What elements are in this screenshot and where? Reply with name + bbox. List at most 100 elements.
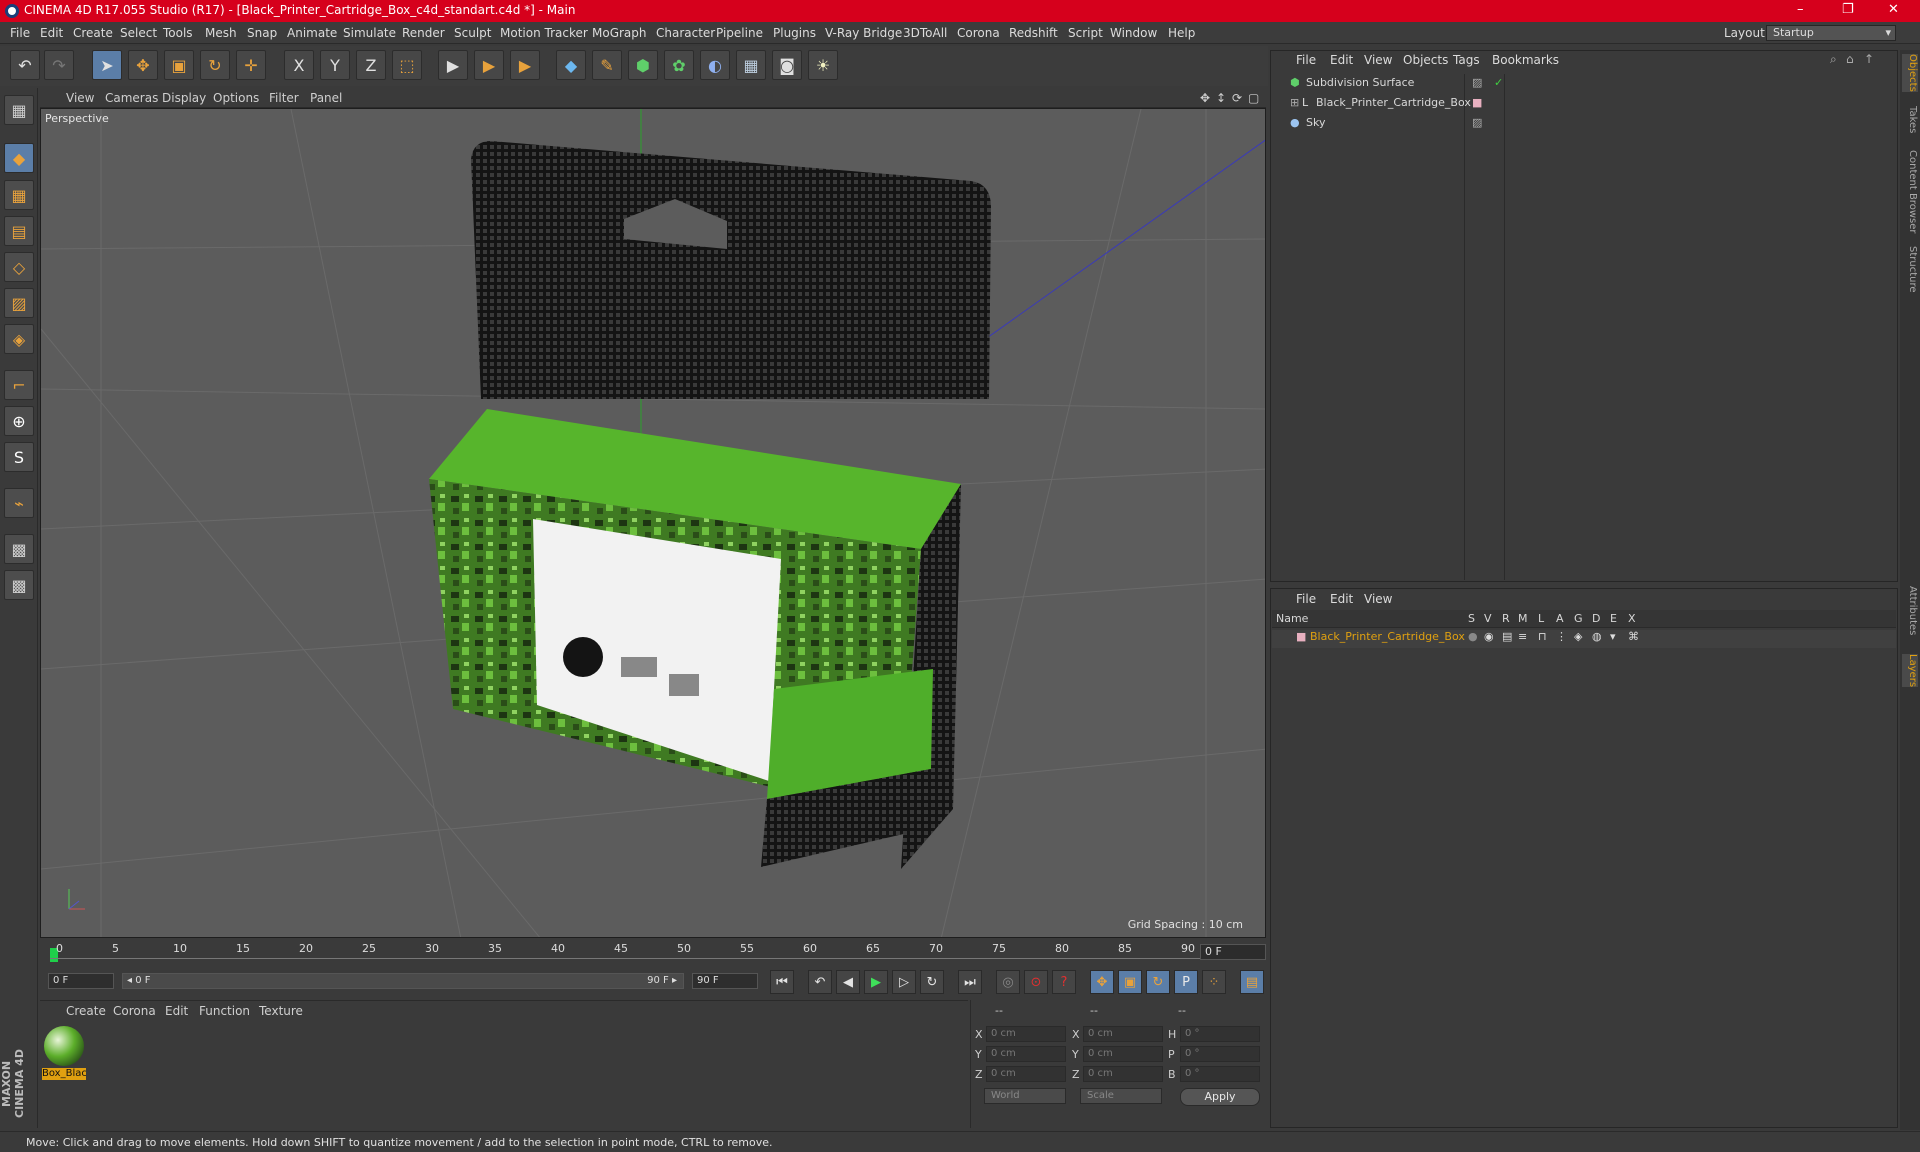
lock-toggle-icon[interactable]: ⊓ [1538,630,1547,643]
go-to-end-icon[interactable]: ⏭ [958,970,982,994]
enabled-check-icon[interactable]: ✓ [1494,76,1503,89]
tab-attributes[interactable]: Attributes [1902,586,1918,635]
object-row-sky[interactable]: ● Sky ▨ [1276,116,1896,134]
layer-menu-edit[interactable]: Edit [1330,592,1353,606]
obj-menu-objects[interactable]: Objects [1403,53,1448,67]
solo-icon[interactable]: S [4,442,34,472]
z-axis-icon[interactable]: Z [356,50,386,80]
light-icon[interactable]: ☀ [808,50,838,80]
undo-icon[interactable]: ↶ [10,50,40,80]
col-generators[interactable]: G [1574,612,1583,625]
tweak-mode-icon[interactable]: ⊕ [4,406,34,436]
x-axis-icon[interactable]: X [284,50,314,80]
tab-layers[interactable]: Layers [1902,654,1918,688]
points-mode-icon[interactable]: ◇ [4,252,34,282]
col-xref[interactable]: X [1628,612,1636,625]
solo-toggle-icon[interactable]: ● [1468,630,1478,643]
col-manager[interactable]: M [1518,612,1528,625]
render-settings-icon[interactable]: ▶ [510,50,540,80]
menu-motion-tracker[interactable]: Motion Tracker [500,26,588,40]
auto-key-icon[interactable]: ? [1052,970,1076,994]
menu-character[interactable]: Character [656,26,715,40]
motion-record-icon[interactable]: ◎ [996,970,1020,994]
key-pla-icon[interactable]: ⁘ [1202,970,1226,994]
workplane-icon[interactable]: ▤ [4,216,34,246]
tab-takes[interactable]: Takes [1902,106,1918,133]
menu-corona[interactable]: Corona [957,26,1000,40]
layer-color-icon[interactable]: ■ [1472,96,1482,109]
col-solo[interactable]: S [1468,612,1475,625]
move-icon[interactable]: ✥ [128,50,158,80]
obj-menu-view[interactable]: View [1364,53,1392,67]
menu-file[interactable]: File [10,26,30,40]
redo-icon[interactable]: ↷ [44,50,74,80]
render-picture-queue-icon[interactable]: ▶ [474,50,504,80]
coord-mode-dropdown[interactable]: World [984,1088,1066,1104]
workplane-lock-icon[interactable]: ▩ [4,534,34,564]
rotation-p-field[interactable]: 0 ° [1180,1046,1260,1062]
snap-icon[interactable]: ⌁ [4,488,34,518]
mat-menu-create[interactable]: Create [66,1004,106,1018]
menu-vray-bridge[interactable]: V-Ray Bridge [825,26,902,40]
layer-toggle-icon[interactable]: ▨ [1472,76,1482,89]
layer-toggle-icon[interactable]: ▨ [1472,116,1482,129]
size-mode-dropdown[interactable]: Scale [1080,1088,1162,1104]
menu-script[interactable]: Script [1068,26,1103,40]
layer-menu-view[interactable]: View [1364,592,1392,606]
obj-menu-bookmarks[interactable]: Bookmarks [1492,53,1559,67]
menu-3dtoall[interactable]: 3DToAll [903,26,947,40]
menu-render[interactable]: Render [402,26,445,40]
axis-mode-icon[interactable]: ⌐ [4,370,34,400]
step-back-icon[interactable]: ◀ [836,970,860,994]
minimize-button[interactable]: – [1797,2,1804,17]
maximize-button[interactable]: ❐ [1842,2,1854,17]
tab-objects[interactable]: Objects [1902,54,1918,92]
position-x-field[interactable]: 0 cm [986,1026,1066,1042]
mat-menu-edit[interactable]: Edit [165,1004,188,1018]
grid-snap-icon[interactable]: ▩ [4,570,34,600]
world-coord-icon[interactable]: ⬚ [392,50,422,80]
col-animation[interactable]: A [1556,612,1564,625]
layer-menu-file[interactable]: File [1296,592,1316,606]
search-icon[interactable]: ⌕ [1830,52,1837,67]
obj-menu-file[interactable]: File [1296,53,1316,67]
expressions-toggle-icon[interactable]: ▾ [1610,630,1616,643]
menu-window[interactable]: Window [1110,26,1157,40]
expand-icon[interactable]: ⊞ [1290,96,1299,109]
cube-icon[interactable]: ◆ [556,50,586,80]
frame-range-slider[interactable]: ◂ 0 F 90 F ▸ [122,973,684,989]
viewport-perspective[interactable]: Perspective Grid Spacing : 10 cm [40,108,1266,938]
menu-sculpt[interactable]: Sculpt [454,26,491,40]
col-deformers[interactable]: D [1592,612,1600,625]
vp-menu-cameras[interactable]: Cameras [105,91,158,105]
close-button[interactable]: ✕ [1888,2,1899,17]
texture-mode-icon[interactable]: ▦ [4,180,34,210]
home-icon[interactable]: ⌂ [1846,52,1854,66]
step-forward-icon[interactable]: ▷ [892,970,916,994]
next-key-icon[interactable]: ↻ [920,970,944,994]
vp-menu-view[interactable]: View [66,91,94,105]
floor-icon[interactable]: ▦ [736,50,766,80]
generators-toggle-icon[interactable]: ◈ [1574,630,1582,643]
menu-animate[interactable]: Animate [287,26,337,40]
mat-menu-texture[interactable]: Texture [259,1004,303,1018]
menu-pipeline[interactable]: Pipeline [716,26,763,40]
visible-toggle-icon[interactable]: ◉ [1484,630,1494,643]
vp-rotate-icon[interactable]: ⟳ [1232,91,1242,105]
vp-menu-options[interactable]: Options [213,91,259,105]
key-scale-icon[interactable]: ▣ [1118,970,1142,994]
menu-select[interactable]: Select [120,26,157,40]
obj-menu-edit[interactable]: Edit [1330,53,1353,67]
manager-toggle-icon[interactable]: ≡ [1518,630,1527,643]
vp-menu-display[interactable]: Display [162,91,206,105]
y-axis-icon[interactable]: Y [320,50,350,80]
start-frame-field[interactable]: 0 F [48,973,114,989]
vp-menu-filter[interactable]: Filter [269,91,299,105]
animation-toggle-icon[interactable]: ⋮ [1556,630,1567,643]
menu-help[interactable]: Help [1168,26,1195,40]
vp-zoom-icon[interactable]: ↕ [1216,91,1226,105]
move-plus-icon[interactable]: ✛ [236,50,266,80]
go-to-start-icon[interactable]: ⏮ [770,970,794,994]
play-icon[interactable]: ▶ [864,970,888,994]
deformers-toggle-icon[interactable]: ◍ [1592,630,1602,643]
